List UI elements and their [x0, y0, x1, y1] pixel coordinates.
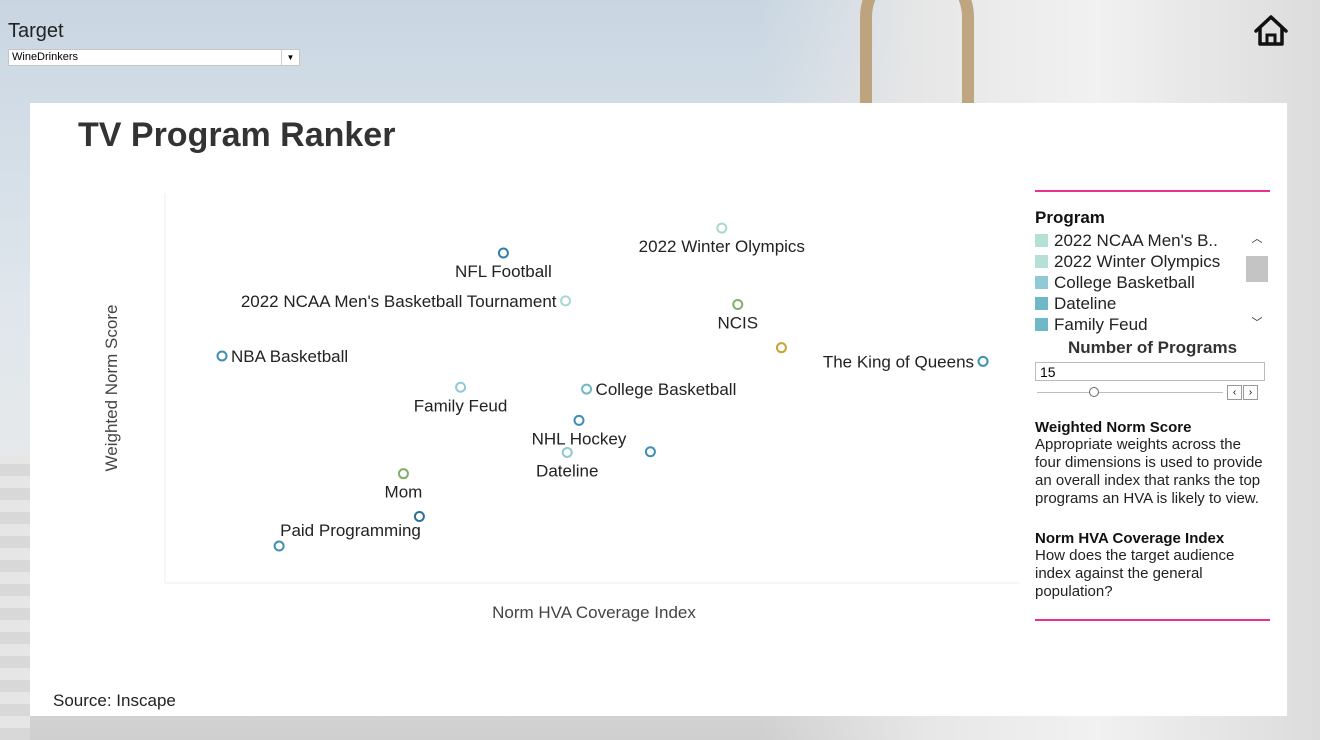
program-filter-item[interactable]: Dateline: [1035, 293, 1270, 314]
number-of-programs-input[interactable]: 15: [1035, 362, 1265, 381]
data-point[interactable]: [397, 468, 409, 480]
y-axis-label: Weighted Norm Score: [102, 305, 121, 472]
chevron-right-icon[interactable]: ›: [1243, 385, 1258, 400]
chevron-left-icon[interactable]: ‹: [1227, 385, 1242, 400]
data-point[interactable]: [560, 295, 572, 307]
data-label: Family Feud: [414, 396, 508, 415]
program-filter-item[interactable]: Family Feud: [1035, 314, 1270, 335]
program-filter-list[interactable]: 2022 NCAA Men's B.. 2022 Winter Olympics…: [1035, 230, 1270, 335]
background-floor: [0, 455, 30, 740]
side-panel: Program 2022 NCAA Men's B.. 2022 Winter …: [1035, 190, 1270, 621]
data-label: NCIS: [717, 313, 758, 332]
scatter-chart: Norm HVA Coverage Index Weighted Norm Sc…: [102, 193, 1020, 622]
data-point[interactable]: [413, 511, 425, 523]
data-point[interactable]: [455, 381, 467, 393]
source-note: Source: Inscape: [53, 691, 176, 710]
target-dropdown-value: WineDrinkers: [12, 51, 79, 63]
program-filter-label: Dateline: [1054, 293, 1117, 313]
chart-points: 2022 Winter Olympics NFL Football 2022 NCA…: [216, 222, 989, 552]
legend-swatch: [1035, 297, 1048, 310]
chevron-down-icon[interactable]: ﹀: [1246, 314, 1268, 332]
program-list-scrollbar[interactable]: ︿ ﹀: [1246, 230, 1268, 332]
data-label: NHL Hockey: [532, 429, 627, 448]
data-point[interactable]: [732, 298, 744, 310]
data-point[interactable]: [581, 383, 593, 395]
slider-track[interactable]: [1037, 392, 1223, 393]
program-filter-label: College Basketball: [1054, 272, 1195, 292]
data-point[interactable]: [497, 247, 509, 259]
data-label: Mom: [385, 483, 423, 502]
data-point[interactable]: [273, 540, 285, 552]
divider: [1035, 619, 1270, 621]
chevron-down-icon[interactable]: ▼: [281, 50, 299, 65]
home-icon[interactable]: [1252, 12, 1290, 48]
data-label: 2022 Winter Olympics: [639, 237, 805, 256]
data-label: The King of Queens: [823, 352, 974, 371]
data-label: NBA Basketball: [231, 347, 348, 366]
data-point[interactable]: [561, 446, 573, 458]
legend-swatch: [1035, 255, 1048, 268]
scrollbar-thumb[interactable]: [1246, 256, 1268, 282]
data-label: NFL Football: [455, 262, 552, 281]
index-definition-title: Norm HVA Coverage Index: [1035, 530, 1225, 547]
data-label: Dateline: [536, 461, 598, 480]
number-of-programs-slider[interactable]: ‹ ›: [1035, 385, 1270, 401]
legend-swatch: [1035, 318, 1048, 331]
x-axis-label: Norm HVA Coverage Index: [492, 603, 696, 622]
program-filter-item[interactable]: 2022 Winter Olympics: [1035, 251, 1270, 272]
program-filter-title: Program: [1035, 208, 1105, 227]
program-filter-item[interactable]: 2022 NCAA Men's B..: [1035, 230, 1270, 251]
slider-handle[interactable]: [1089, 387, 1099, 397]
chevron-up-icon[interactable]: ︿: [1246, 230, 1268, 248]
program-filter-label: 2022 Winter Olympics: [1054, 251, 1221, 271]
dashboard-panel: TV Program Ranker Norm HVA Coverage Inde…: [30, 103, 1287, 716]
data-label: Paid Programming: [280, 521, 421, 540]
data-label: College Basketball: [596, 380, 737, 399]
data-point[interactable]: [644, 446, 656, 458]
program-filter-label: Family Feud: [1054, 314, 1148, 334]
data-point[interactable]: [977, 355, 989, 367]
data-point[interactable]: [716, 222, 728, 234]
data-label: 2022 NCAA Men's Basketball Tournament: [241, 292, 557, 311]
program-filter-label: 2022 NCAA Men's B..: [1054, 230, 1218, 250]
legend-swatch: [1035, 276, 1048, 289]
target-dropdown[interactable]: WineDrinkers ▼: [8, 49, 300, 66]
program-filter-item[interactable]: College Basketball: [1035, 272, 1270, 293]
data-point[interactable]: [775, 342, 787, 354]
score-definition-text: Appropriate weights across the four dime…: [1035, 436, 1263, 507]
divider: [1035, 190, 1270, 192]
data-point[interactable]: [216, 350, 228, 362]
index-definition-text: How does the target audience index again…: [1035, 547, 1235, 600]
legend-swatch: [1035, 234, 1048, 247]
data-point[interactable]: [573, 414, 585, 426]
number-of-programs-title: Number of Programs: [1067, 338, 1238, 357]
score-definition-title: Weighted Norm Score: [1035, 419, 1192, 436]
target-label: Target: [8, 20, 64, 42]
